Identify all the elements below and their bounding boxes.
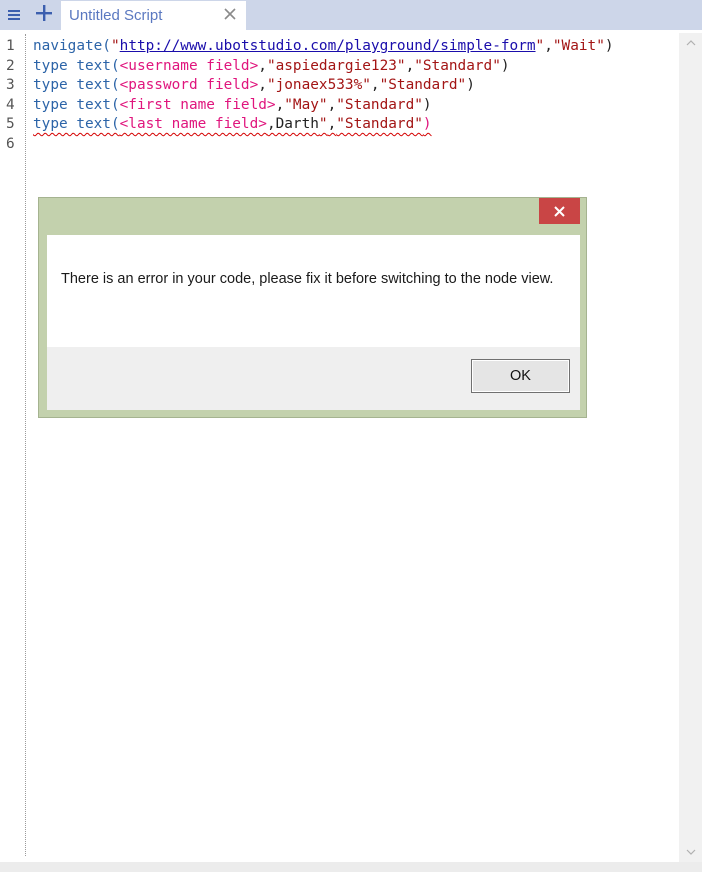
code-token: http://www.ubotstudio.com/playground/sim… bbox=[119, 38, 536, 54]
code-token: , bbox=[275, 96, 285, 113]
line-number: 4 bbox=[6, 96, 15, 113]
code-token: ,Darth bbox=[266, 116, 319, 132]
code-token: , bbox=[327, 96, 337, 113]
code-token: <first name field> bbox=[119, 96, 276, 113]
code-token: ) bbox=[422, 96, 432, 113]
code-line[interactable]: type text(<first name field>,"May","Stan… bbox=[33, 96, 614, 116]
code-token: ) bbox=[500, 57, 510, 74]
vertical-scrollbar[interactable] bbox=[679, 33, 702, 862]
code-token: , bbox=[258, 77, 267, 93]
code-line[interactable]: type text(<last name field>,Darth","Stan… bbox=[33, 115, 614, 135]
tab-bar: Untitled Script bbox=[0, 0, 702, 30]
code-line[interactable]: navigate("http://www.ubotstudio.com/play… bbox=[33, 37, 614, 57]
code-token: type text( bbox=[33, 57, 120, 74]
code-line[interactable]: type text(<username field>,"aspiedargie1… bbox=[33, 57, 614, 77]
code-token: , bbox=[327, 116, 337, 132]
code-token: "Standard" bbox=[336, 96, 423, 113]
code-token: type text( bbox=[33, 77, 120, 93]
dialog-body: There is an error in your code, please f… bbox=[47, 235, 580, 347]
code-token: navigate( bbox=[33, 38, 111, 54]
code-token: " bbox=[318, 116, 328, 132]
code-token: "jonaex533%" bbox=[266, 77, 371, 93]
code-token: "aspiedargie123" bbox=[266, 57, 406, 74]
code-token: "May" bbox=[284, 96, 328, 113]
line-number: 3 bbox=[6, 77, 15, 93]
code-token: <username field> bbox=[119, 57, 259, 74]
ok-button[interactable]: OK bbox=[471, 359, 570, 393]
code-token: " bbox=[110, 38, 120, 54]
gutter-divider bbox=[25, 34, 26, 856]
line-number: 6 bbox=[6, 135, 15, 152]
line-number-gutter: 1 2 3 4 5 6 bbox=[6, 37, 24, 154]
code-token: " bbox=[535, 38, 545, 54]
close-icon bbox=[554, 205, 565, 217]
scroll-up-button[interactable] bbox=[679, 35, 702, 51]
code-token: , bbox=[544, 38, 553, 54]
menu-button[interactable] bbox=[0, 0, 28, 30]
code-line[interactable] bbox=[33, 135, 614, 155]
error-dialog: There is an error in your code, please f… bbox=[38, 197, 587, 418]
code-token: <password field> bbox=[119, 77, 259, 93]
dialog-footer: OK bbox=[47, 347, 580, 410]
code-token: type text( bbox=[33, 116, 120, 132]
code-token: "Standard" bbox=[336, 116, 423, 132]
hamburger-icon bbox=[8, 6, 20, 25]
dialog-message: There is an error in your code, please f… bbox=[61, 271, 554, 287]
dialog-close-button[interactable] bbox=[539, 198, 580, 224]
tab-close-button[interactable] bbox=[221, 5, 239, 23]
new-tab-button[interactable] bbox=[29, 0, 59, 30]
scroll-down-button[interactable] bbox=[679, 844, 702, 860]
code-line[interactable]: type text(<password field>,"jonaex533%",… bbox=[33, 76, 614, 96]
line-number: 2 bbox=[6, 57, 15, 74]
horizontal-scrollbar[interactable] bbox=[0, 862, 702, 872]
line-number: 5 bbox=[6, 116, 15, 132]
close-icon bbox=[224, 8, 236, 20]
code-token: , bbox=[405, 57, 415, 74]
code-editor[interactable]: navigate("http://www.ubotstudio.com/play… bbox=[33, 37, 614, 154]
chevron-down-icon bbox=[686, 849, 695, 855]
code-token: ) bbox=[466, 77, 475, 93]
code-token: ) bbox=[604, 38, 614, 54]
tab-untitled-script[interactable]: Untitled Script bbox=[61, 1, 246, 30]
code-token: <last name field> bbox=[119, 116, 267, 132]
tab-title: Untitled Script bbox=[69, 7, 163, 24]
code-token: "Wait" bbox=[552, 38, 605, 54]
code-token: "Standard" bbox=[414, 57, 501, 74]
chevron-up-icon bbox=[686, 40, 695, 46]
code-token: , bbox=[258, 57, 267, 74]
code-token: type text( bbox=[33, 96, 120, 113]
line-number: 1 bbox=[6, 38, 15, 54]
code-token: , bbox=[370, 77, 380, 93]
plus-icon bbox=[36, 5, 52, 25]
code-token: ) bbox=[422, 116, 432, 132]
code-token: "Standard" bbox=[379, 77, 467, 93]
